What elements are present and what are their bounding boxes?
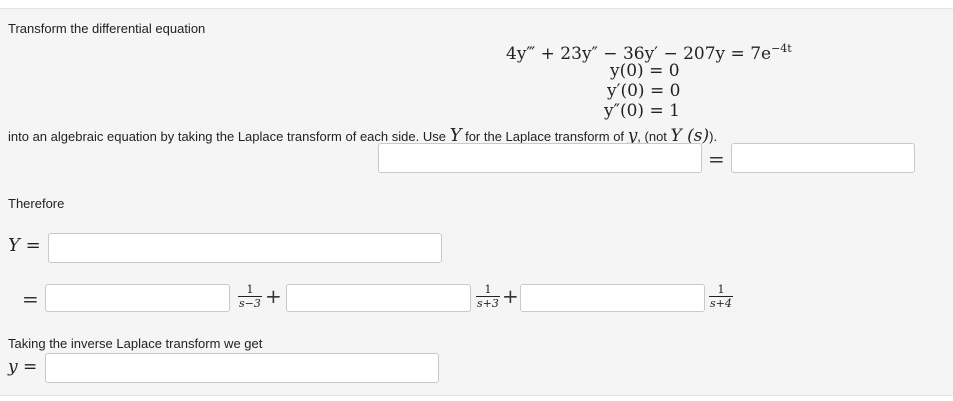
equals-sign: = [708, 147, 725, 171]
instruction-part2: for the Laplace transform of [465, 129, 625, 144]
transform-lhs-input[interactable] [378, 143, 702, 173]
fraction-3-denominator: s+4 [710, 297, 732, 310]
fraction-s-plus-4: 1 s+4 [709, 284, 733, 309]
coefficient-input-2[interactable] [286, 284, 471, 312]
equation-exponent: −4t [771, 42, 792, 55]
y-label: y = [8, 357, 38, 377]
instruction-part3: , (not [637, 129, 667, 144]
plus-sign-1: + [265, 284, 282, 308]
therefore-text: Therefore [8, 196, 65, 211]
fraction-2-denominator: s+3 [477, 297, 499, 310]
Y-label: Y = [8, 235, 41, 256]
fraction-1-numerator: 1 [246, 283, 254, 296]
fraction-3-numerator: 1 [717, 283, 725, 296]
coefficient-input-3[interactable] [520, 284, 705, 312]
fraction-2-numerator: 1 [484, 283, 492, 296]
fraction-1-denominator: s−3 [239, 297, 261, 310]
fraction-s-minus-3: 1 s−3 [238, 284, 262, 309]
inverse-transform-text: Taking the inverse Laplace transform we … [8, 336, 263, 351]
instruction-part1: into an algebraic equation by taking the… [8, 129, 446, 144]
coefficient-input-1[interactable] [45, 284, 230, 312]
initial-condition-1: y(0) = 0 [610, 61, 680, 81]
instruction-part4: ). [709, 129, 718, 144]
transform-rhs-input[interactable] [731, 143, 915, 173]
plus-sign-2: + [502, 284, 519, 308]
intro-text: Transform the differential equation [8, 21, 206, 36]
initial-condition-3: y″(0) = 1 [604, 101, 680, 121]
fraction-s-plus-3: 1 s+3 [476, 284, 500, 309]
y-input[interactable] [45, 353, 439, 383]
Y-input[interactable] [48, 233, 442, 263]
initial-condition-2: y′(0) = 0 [607, 81, 681, 101]
equals-sign-2: = [22, 287, 39, 311]
